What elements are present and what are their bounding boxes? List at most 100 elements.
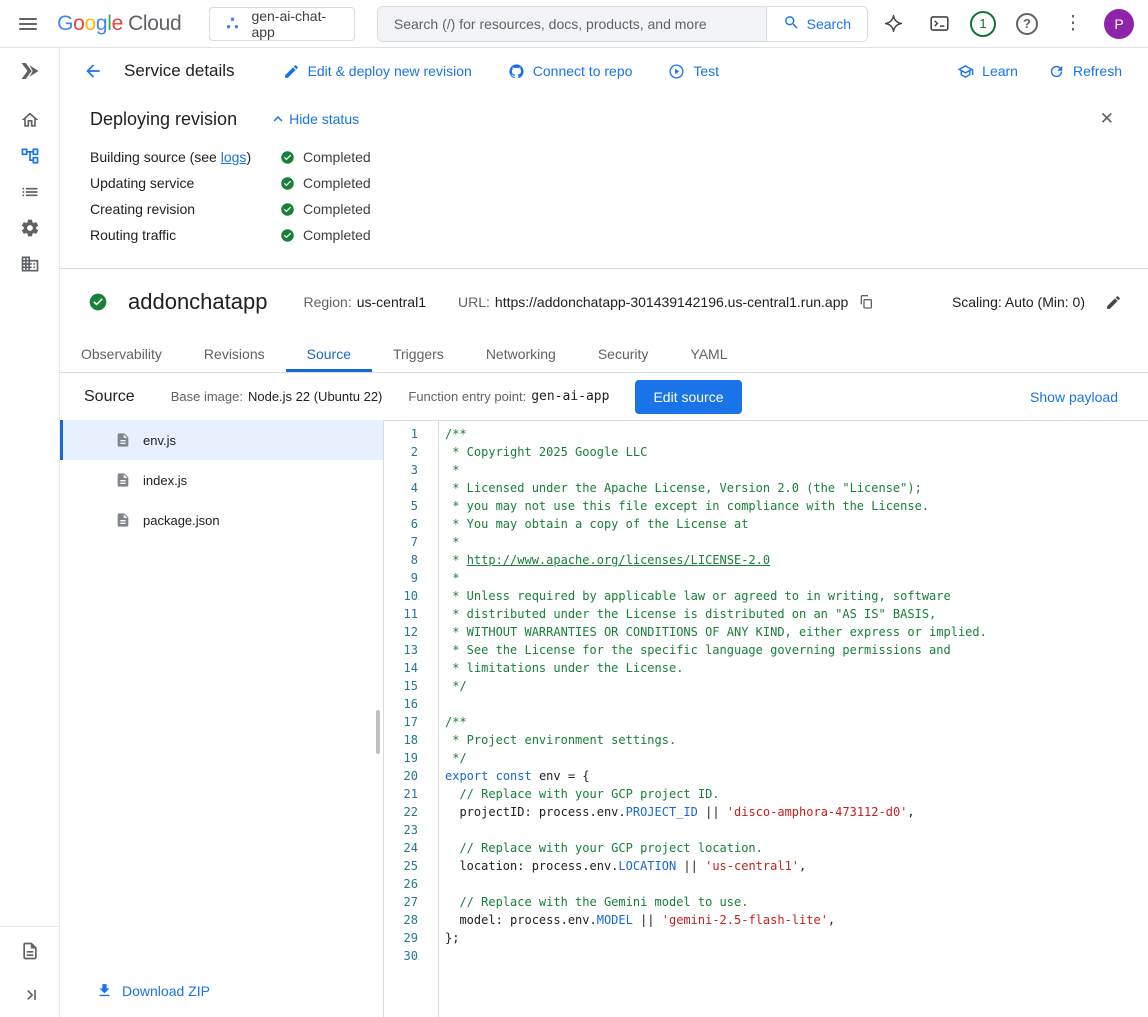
line-number: 27 — [384, 893, 438, 911]
file-item[interactable]: index.js — [60, 460, 383, 500]
search-input[interactable] — [378, 7, 766, 41]
code-line: 17 /** — [384, 713, 1148, 731]
code-token: || — [698, 805, 727, 819]
edit-scaling-button[interactable] — [1105, 294, 1122, 311]
base-image-group: Base image: Node.js 22 (Ubuntu 22) — [171, 389, 383, 404]
help-button[interactable]: ? — [1008, 5, 1046, 43]
status-value: Completed — [280, 201, 371, 217]
status-value: Completed — [280, 227, 371, 243]
code-text: * — [438, 461, 1148, 479]
file-name: package.json — [143, 513, 220, 528]
logs-link[interactable]: logs — [221, 149, 247, 165]
line-number: 17 — [384, 713, 438, 731]
code-token — [488, 769, 495, 783]
code-line: 29}; — [384, 929, 1148, 947]
download-zip-label: Download ZIP — [122, 983, 210, 999]
status-label: Building source (see logs) — [90, 149, 280, 165]
code-text: * Licensed under the Apache License, Ver… — [438, 479, 1148, 497]
revisions-list-icon[interactable] — [8, 174, 52, 210]
code-token: // Replace with the Gemini model to use. — [445, 895, 748, 909]
code-text: * Unless required by applicable law or a… — [438, 587, 1148, 605]
line-number: 19 — [384, 749, 438, 767]
code-token: */ — [445, 751, 467, 765]
learn-icon — [957, 63, 974, 80]
tab-revisions[interactable]: Revisions — [183, 335, 286, 372]
code-token: PROJECT_ID — [626, 805, 698, 819]
tab-yaml[interactable]: YAML — [669, 335, 748, 372]
project-selector[interactable]: gen-ai-chat-app — [209, 7, 354, 41]
tab-observability[interactable]: Observability — [60, 335, 183, 372]
avatar[interactable]: P — [1104, 9, 1134, 39]
avatar-initial: P — [1114, 16, 1123, 32]
tab-triggers[interactable]: Triggers — [372, 335, 465, 372]
copy-url-button[interactable] — [858, 294, 874, 310]
tab-source[interactable]: Source — [286, 335, 372, 372]
line-number: 30 — [384, 947, 438, 965]
file-item[interactable]: env.js — [60, 420, 383, 460]
code-line: 9 * — [384, 569, 1148, 587]
service-ok-check-icon — [88, 292, 108, 312]
code-token: location: process.env. — [445, 859, 618, 873]
code-text: * — [438, 569, 1148, 587]
organizations-icon[interactable] — [8, 246, 52, 282]
notification-count-badge[interactable]: 1 — [970, 11, 996, 37]
back-button[interactable] — [74, 52, 112, 90]
learn-button[interactable]: Learn — [957, 63, 1018, 80]
show-payload-link[interactable]: Show payload — [1024, 388, 1124, 406]
edit-deploy-button[interactable]: Edit & deploy new revision — [283, 63, 472, 80]
home-icon[interactable] — [8, 102, 52, 138]
status-label: Routing traffic — [90, 227, 280, 243]
tab-networking[interactable]: Networking — [465, 335, 577, 372]
hide-status-toggle[interactable]: Hide status — [263, 109, 365, 129]
code-text: // Replace with your GCP project ID. — [438, 785, 1148, 803]
region-value: us-central1 — [357, 294, 426, 310]
code-token: }; — [445, 931, 459, 945]
integrations-icon[interactable] — [8, 210, 52, 246]
cloud-shell-icon[interactable] — [920, 5, 958, 43]
release-notes-icon[interactable] — [8, 933, 52, 969]
deploy-title: Deploying revision — [90, 109, 237, 130]
help-icon: ? — [1016, 13, 1038, 35]
url-label: URL: — [458, 294, 490, 310]
edit-source-button[interactable]: Edit source — [635, 380, 741, 414]
download-zip-button[interactable]: Download ZIP — [90, 981, 216, 1000]
search-button[interactable]: Search — [766, 7, 867, 41]
hamburger-menu[interactable] — [10, 5, 45, 43]
file-panel-scrollbar[interactable] — [376, 710, 380, 754]
file-item[interactable]: package.json — [60, 500, 383, 540]
code-text: location: process.env.LOCATION || 'us-ce… — [438, 857, 1148, 875]
code-line: 27 // Replace with the Gemini model to u… — [384, 893, 1148, 911]
tab-security[interactable]: Security — [577, 335, 670, 372]
kebab-menu-icon[interactable]: ⋮ — [1054, 5, 1092, 43]
source-bar: Source Base image: Node.js 22 (Ubuntu 22… — [60, 373, 1148, 420]
project-name: gen-ai-chat-app — [251, 8, 339, 40]
code-text: /** — [438, 713, 1148, 731]
code-line: 25 location: process.env.LOCATION || 'us… — [384, 857, 1148, 875]
gemini-sparkle-icon[interactable] — [874, 5, 912, 43]
code-token: /** — [445, 715, 467, 729]
page-title: Service details — [124, 61, 235, 81]
learn-button-label: Learn — [982, 63, 1018, 79]
line-number: 2 — [384, 443, 438, 461]
line-number: 20 — [384, 767, 438, 785]
line-number: 10 — [384, 587, 438, 605]
line-number: 24 — [384, 839, 438, 857]
test-button[interactable]: Test — [668, 63, 719, 80]
hamburger-icon — [19, 18, 37, 30]
check-circle-icon — [280, 228, 295, 243]
expand-panel-icon[interactable] — [8, 977, 52, 1013]
code-line: 14 * limitations under the License. — [384, 659, 1148, 677]
services-icon[interactable] — [8, 138, 52, 174]
cloud-run-logo — [0, 48, 59, 94]
line-number: 14 — [384, 659, 438, 677]
code-line: 15 */ — [384, 677, 1148, 695]
file-list: env.jsindex.js package.json — [60, 420, 383, 540]
connect-repo-button[interactable]: Connect to repo — [508, 63, 633, 80]
code-line: 16 — [384, 695, 1148, 713]
code-token: * — [445, 463, 459, 477]
code-editor[interactable]: 1/**2 * Copyright 2025 Google LLC3 *4 * … — [383, 420, 1148, 1017]
close-icon[interactable]: ✕ — [1094, 108, 1120, 130]
refresh-button[interactable]: Refresh — [1048, 63, 1122, 80]
region-group: Region: us-central1 — [303, 294, 426, 310]
code-line: 12 * WITHOUT WARRANTIES OR CONDITIONS OF… — [384, 623, 1148, 641]
